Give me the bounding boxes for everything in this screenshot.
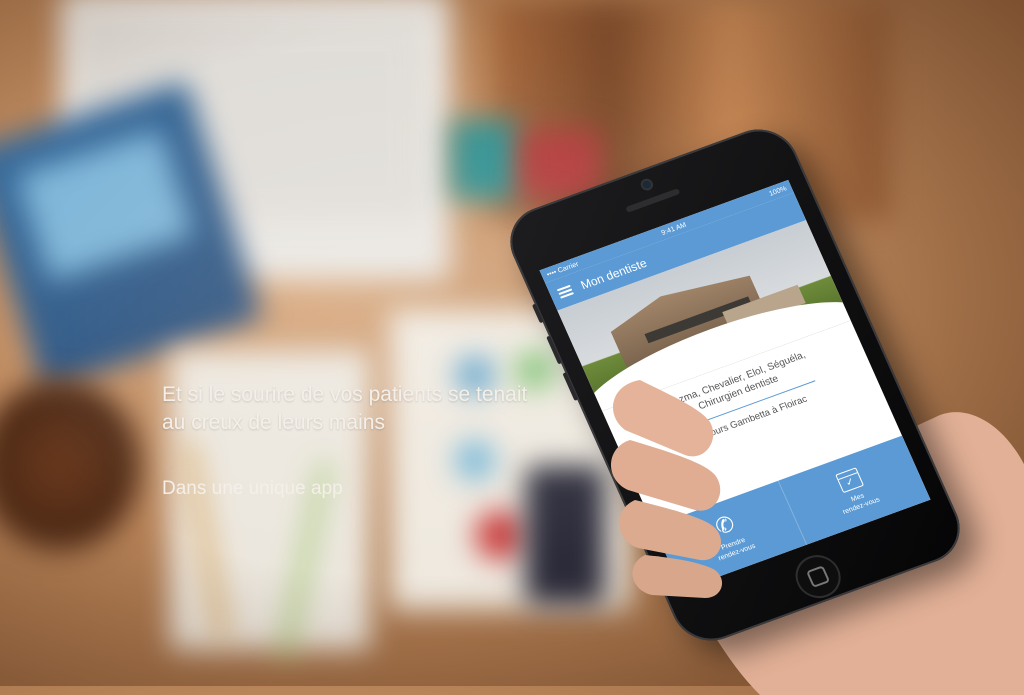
home-square-icon [805, 565, 831, 588]
headline-line-1: Et si le sourire de vos patients se tena… [162, 383, 528, 406]
calendar-check-icon: ✓ [835, 466, 865, 493]
fingers-illustration [610, 380, 723, 598]
hero-subline: Dans une unique app [162, 478, 343, 499]
hamburger-icon[interactable] [556, 284, 575, 299]
hero-headline: Et si le sourire de vos patients se tena… [162, 381, 602, 437]
headline-line-2: au creux de leurs mains [162, 411, 385, 434]
